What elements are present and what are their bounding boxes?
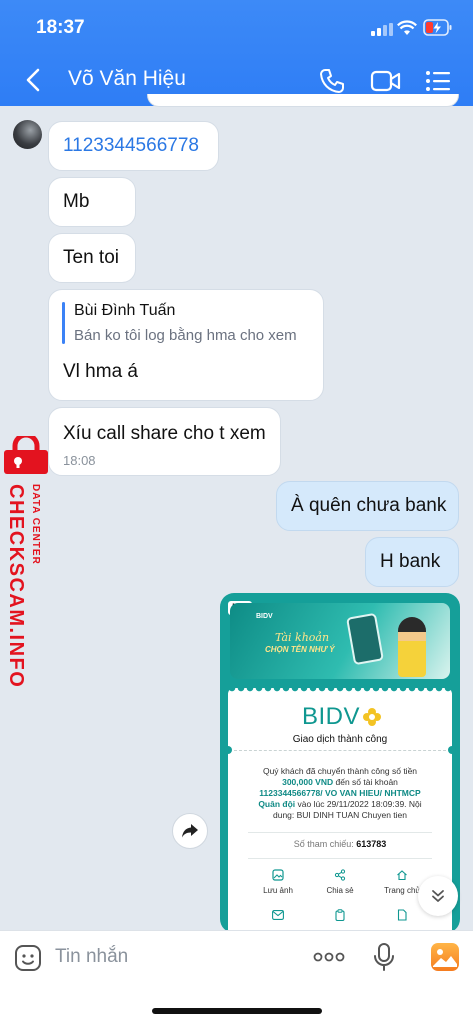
quote-author: Bùi Đình Tuấn bbox=[74, 302, 176, 319]
mail-icon bbox=[272, 910, 284, 920]
forward-button[interactable] bbox=[172, 813, 208, 849]
home-icon bbox=[397, 870, 407, 881]
reference-row: Số tham chiếu: 613783 bbox=[228, 839, 452, 849]
details-line2: 300,000 VND đến số tài khoản bbox=[234, 777, 446, 788]
save-image-action[interactable]: Lưu ảnh bbox=[250, 868, 306, 895]
divider bbox=[248, 832, 432, 833]
banner-phone bbox=[346, 612, 384, 666]
message-text: Vl hma á bbox=[63, 361, 138, 382]
banner-person bbox=[398, 617, 426, 677]
perforation bbox=[228, 688, 452, 692]
signal-icon bbox=[371, 23, 393, 36]
share-action[interactable]: Chia sẻ bbox=[312, 868, 368, 895]
reply-message-bubble[interactable]: Bùi Đình Tuấn Bán ko tôi log bằng hma ch… bbox=[48, 289, 324, 401]
watermark-brand: CHECKSCAM.INFO bbox=[5, 484, 27, 689]
phone-icon[interactable] bbox=[319, 68, 345, 94]
banner-logo: BIDV bbox=[256, 613, 273, 620]
reference-label: Số tham chiếu: bbox=[293, 839, 354, 849]
notch-left bbox=[224, 746, 232, 754]
amount: 300,000 VND bbox=[282, 777, 334, 787]
to-account-text: đến số tài khoản bbox=[335, 777, 398, 787]
padlock-icon bbox=[4, 436, 48, 474]
back-icon[interactable] bbox=[24, 68, 42, 92]
menu-icon[interactable] bbox=[425, 70, 451, 92]
avatar[interactable] bbox=[13, 120, 42, 149]
message-text: Xíu call share cho t xem bbox=[63, 423, 266, 444]
divider bbox=[234, 750, 446, 751]
notch-right bbox=[448, 746, 456, 754]
scroll-to-bottom-button[interactable] bbox=[418, 876, 458, 916]
transaction-status: Giao dịch thành công bbox=[292, 734, 388, 745]
microphone-icon[interactable] bbox=[373, 942, 395, 972]
battery-icon bbox=[423, 19, 452, 36]
document-icon bbox=[397, 909, 407, 921]
divider bbox=[248, 858, 432, 859]
message-time: 18:08 bbox=[63, 453, 96, 468]
message-account-number[interactable]: 1123344566778 bbox=[48, 121, 219, 171]
quote-text: Bán ko tôi log bằng hma cho xem bbox=[74, 327, 297, 344]
wifi-icon bbox=[397, 20, 417, 35]
bidv-flower-icon bbox=[363, 708, 382, 726]
promo-banner: BIDV Tài khoản CHỌN TÊN NHƯ Ý bbox=[230, 603, 450, 679]
gallery-icon[interactable] bbox=[430, 942, 460, 972]
reference-value: 613783 bbox=[356, 839, 387, 849]
message-bubble[interactable]: Ten toi bbox=[48, 233, 136, 283]
sticker-icon[interactable] bbox=[14, 944, 42, 972]
details-line4: dung: BUI DINH TUAN Chuyen tien bbox=[272, 810, 407, 820]
bank-name: Quân đội bbox=[258, 799, 296, 809]
forward-icon bbox=[182, 824, 198, 838]
banner-line1: Tài khoản bbox=[275, 631, 330, 644]
transaction-details: Quý khách đã chuyển thành công số tiền 3… bbox=[234, 766, 446, 821]
bidv-logo: BIDV bbox=[302, 703, 382, 731]
my-message-bubble[interactable]: À quên chưa bank bbox=[276, 481, 459, 531]
clipboard-icon bbox=[335, 909, 345, 921]
message-bubble[interactable]: Mb bbox=[48, 177, 136, 227]
image-icon bbox=[272, 869, 284, 881]
my-message-bubble[interactable]: H bank bbox=[365, 537, 459, 587]
message-input[interactable]: Tin nhắn bbox=[55, 946, 128, 968]
action-label: Lưu ảnh bbox=[263, 886, 293, 895]
banner-line2: CHỌN TÊN NHƯ Ý bbox=[265, 645, 335, 654]
details-line1: Quý khách đã chuyển thành công số tiền bbox=[262, 766, 418, 776]
double-chevron-down-icon bbox=[432, 890, 444, 902]
previous-message-edge bbox=[147, 94, 459, 107]
recipient-account: 1123344566778/ VO VAN HIEU/ NHTMCP bbox=[259, 788, 421, 798]
quote-bar bbox=[62, 302, 65, 344]
home-indicator bbox=[152, 1008, 322, 1014]
status-time: 18:37 bbox=[36, 17, 85, 38]
datetime-text: vào lúc 29/11/2022 18:09:39. Nội bbox=[297, 799, 422, 809]
bidv-wordmark: BIDV bbox=[302, 703, 361, 730]
video-call-icon[interactable] bbox=[370, 69, 402, 93]
details-line3: Quân đội vào lúc 29/11/2022 18:09:39. Nộ… bbox=[234, 799, 446, 810]
contact-name[interactable]: Võ Văn Hiệu bbox=[68, 67, 186, 91]
watermark: CHECKSCAM.INFO DATA CENTER bbox=[0, 436, 56, 688]
action-label: Chia sẻ bbox=[326, 886, 354, 895]
message-bubble[interactable]: Xíu call share cho t xem 18:08 bbox=[48, 407, 281, 476]
share-icon bbox=[334, 869, 346, 881]
more-icon[interactable] bbox=[313, 950, 345, 964]
watermark-sub: DATA CENTER bbox=[30, 484, 41, 565]
